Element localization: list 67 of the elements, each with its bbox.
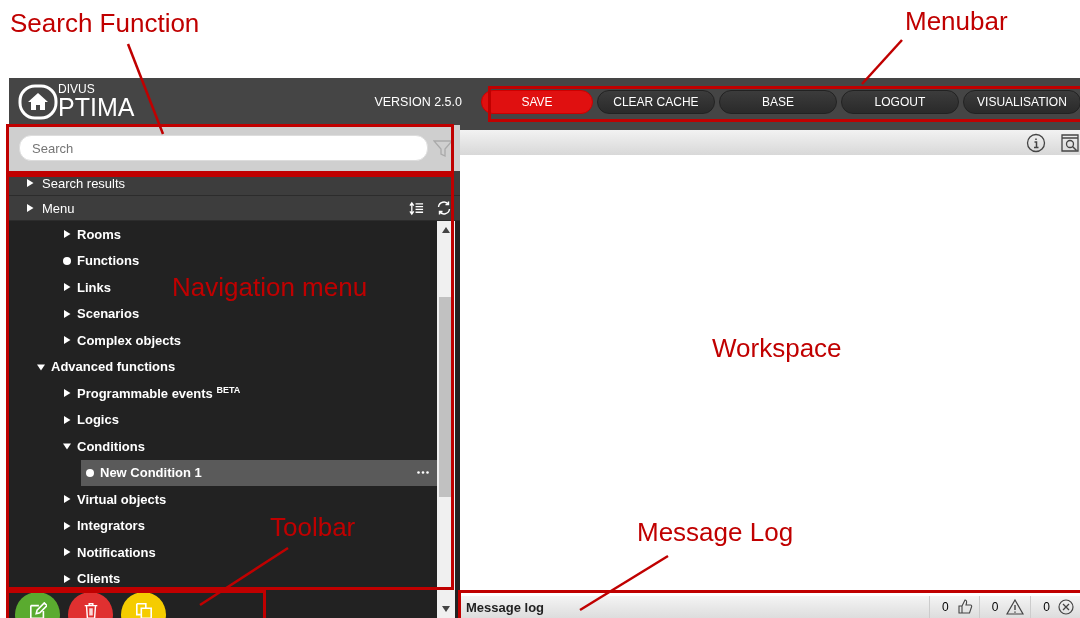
tree-item-label: Notifications: [77, 544, 156, 560]
house-logo-icon: [16, 84, 60, 120]
tree-item[interactable]: Virtual objects: [9, 486, 175, 512]
tree-item[interactable]: Rooms: [9, 221, 130, 247]
pencil-icon: [28, 602, 47, 618]
tree-item[interactable]: Clients: [9, 565, 129, 592]
leader-line: [861, 39, 903, 85]
callout-label: Search Function: [10, 8, 200, 39]
info-icon[interactable]: [1026, 132, 1046, 153]
error-icon[interactable]: [1058, 599, 1074, 615]
tree-item-label: Integrators: [77, 518, 145, 533]
sort-list-icon[interactable]: [409, 200, 424, 216]
copy-icon: [134, 602, 153, 618]
tree-item-label: Programmable events $^{BETA}$: [77, 384, 241, 402]
tree-item-label: Links: [77, 279, 111, 295]
menubar-button[interactable]: BASE: [718, 89, 837, 114]
counter-value: 0: [1043, 600, 1050, 614]
tree-item[interactable]: Integrators: [9, 512, 153, 539]
logo-brand-text: DIVUS: [58, 83, 96, 95]
tree-item-label: Rooms: [77, 226, 122, 242]
tree-item[interactable]: New Condition 1: [81, 459, 437, 486]
tree-item-label: Conditions: [77, 438, 145, 454]
tree-item-label: New Condition 1: [100, 465, 203, 480]
tree-item-label: Virtual objects: [77, 491, 167, 507]
counter-value: 0: [941, 600, 949, 614]
bullet-icon: [86, 468, 94, 477]
thumbs-up-icon[interactable]: [956, 599, 973, 615]
menubar-button[interactable]: LOGOUT: [840, 89, 959, 114]
scroll-down-icon[interactable]: [442, 606, 450, 612]
tree-item[interactable]: Logics: [9, 406, 127, 433]
section-label: Menu: [42, 200, 76, 216]
tree-item[interactable]: Programmable events $^{BETA}$: [9, 380, 249, 406]
warning-icon[interactable]: [1006, 599, 1025, 615]
menubar-button[interactable]: CLEAR CACHE: [596, 89, 715, 114]
tree-item-label: Functions: [77, 253, 140, 268]
tree-item[interactable]: Complex objects: [9, 327, 190, 353]
message-log-title: Message log: [466, 599, 546, 615]
menubar-button[interactable]: VISUALISATION: [962, 89, 1080, 114]
tree-item-label: Clients: [77, 571, 121, 586]
tree-item-label: Advanced functions: [51, 359, 176, 374]
tree-item-label: Scenarios: [77, 306, 140, 321]
filter-icon[interactable]: [433, 138, 453, 158]
tree-item[interactable]: Scenarios: [9, 300, 148, 327]
refresh-icon[interactable]: [436, 200, 452, 216]
callout-label: Toolbar: [270, 512, 356, 543]
version-text: VERSION 2.5.0: [374, 94, 462, 109]
callout-label: Navigation menu: [172, 272, 368, 303]
section-label: Search results: [42, 175, 127, 191]
section-header[interactable]: Menu: [9, 196, 460, 221]
tree-item[interactable]: Advanced functions: [9, 353, 184, 380]
callout-label: Menubar: [905, 6, 1008, 37]
search-field[interactable]: Search: [19, 135, 428, 161]
more-options-icon[interactable]: [417, 471, 429, 474]
search-window-icon[interactable]: [1060, 132, 1080, 153]
tree-item-label: Logics: [77, 412, 119, 427]
counter-value: 0: [991, 600, 999, 614]
scroll-up-icon[interactable]: [442, 227, 450, 233]
callout-label: Workspace: [712, 333, 842, 364]
logo-product-text: PTIMA: [58, 95, 135, 120]
tree-item[interactable]: Functions: [9, 247, 148, 274]
menubar-button[interactable]: SAVE: [480, 89, 593, 114]
tree-item[interactable]: Links: [9, 274, 119, 300]
tree-item-label: Complex objects: [77, 332, 182, 348]
tree-item[interactable]: Notifications: [9, 539, 164, 565]
callout-label: Message Log: [637, 517, 794, 548]
bullet-icon: [63, 256, 71, 265]
tree-item[interactable]: Conditions: [9, 433, 153, 459]
